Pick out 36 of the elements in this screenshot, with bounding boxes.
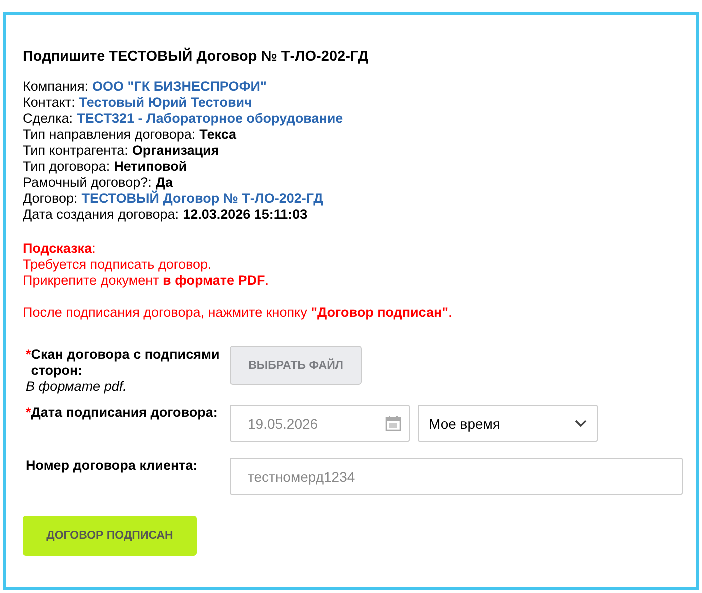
hint-text: Требуется подписать договор. [23, 257, 213, 273]
detail-link[interactable]: ТЕСТОВЫЙ Договор № Т-ЛО-202-ГД [82, 191, 324, 207]
hint-text: Подсказка: [23, 241, 97, 257]
detail-label: Рамочный договор?: [23, 175, 152, 190]
detail-value: 12.03.2026 15:11:03 [183, 207, 308, 223]
field-label: Номер договора клиента: [26, 458, 198, 474]
detail-link[interactable]: ООО "ГК БИЗНЕСПРОФИ" [92, 79, 267, 95]
detail-label: Тип направления договора: [23, 127, 196, 143]
detail-value: Текса [200, 127, 237, 143]
detail-label: Контакт: [23, 95, 76, 111]
required-asterisk: * [26, 405, 32, 421]
choose-file-button[interactable]: ВЫБРАТЬ ФАЙЛ [230, 346, 362, 385]
detail-value: Организация [132, 143, 220, 159]
detail-link[interactable]: ТЕСТ321 - Лабораторное оборудование [77, 111, 344, 127]
required-asterisk: * [26, 347, 32, 363]
detail-value: Да [156, 175, 173, 190]
detail-label: Компания: [23, 79, 89, 95]
detail-label: Дата создания договора: [23, 207, 180, 223]
hint-note: После подписания договора, нажмите кнопку "Договор подписан". [23, 305, 454, 321]
field-label: Скан договора с подписями сторон: [31, 347, 221, 379]
detail-label: Сделка: [23, 111, 74, 127]
detail-link[interactable]: Тестовый Юрий Тестович [79, 95, 252, 111]
calendar-icon [385, 415, 402, 432]
detail-label: Договор: [23, 191, 78, 207]
field-label: Дата подписания договора: [31, 405, 218, 421]
detail-label: Тип договора: [23, 159, 110, 175]
detail-label: Тип контрагента: [23, 143, 128, 159]
hint-text: Прикрепите документ в формате PDF. [23, 273, 270, 289]
date-field[interactable]: 19.05.2026 [230, 405, 410, 442]
field-note: В формате pdf. [26, 379, 128, 395]
contract-signed-button[interactable]: ДОГОВОР ПОДПИСАН [23, 516, 197, 556]
detail-value: Нетиповой [114, 159, 188, 175]
contract-number-field[interactable]: тестномерд1234 [230, 458, 683, 495]
chevron-down-icon [575, 420, 587, 428]
time-select[interactable]: Мое время [418, 405, 598, 442]
form-title: Подпишите ТЕСТОВЫЙ Договор № Т-ЛО-202-ГД [23, 49, 370, 65]
